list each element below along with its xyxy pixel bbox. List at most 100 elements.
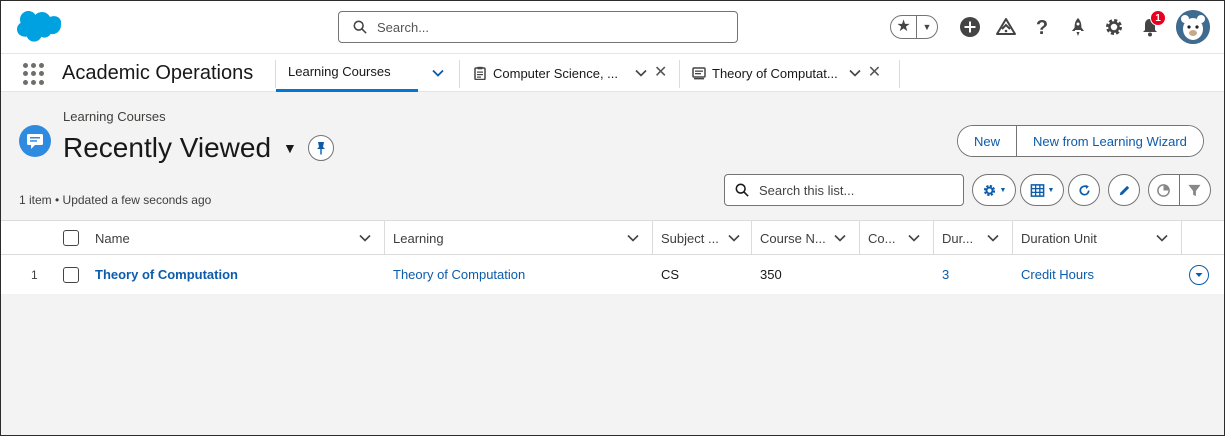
caret-down-icon: ▼ <box>1047 186 1055 194</box>
refresh-button[interactable] <box>1068 174 1100 206</box>
tab-label: Theory of Computat... <box>712 65 838 81</box>
chevron-down-icon[interactable] <box>727 231 741 245</box>
global-actions-button[interactable] <box>952 9 988 45</box>
caret-down-icon: ▼ <box>999 186 1007 194</box>
column-header-duration[interactable]: Dur... <box>934 221 1012 255</box>
avatar[interactable] <box>1176 10 1210 44</box>
table-icon <box>1030 183 1044 197</box>
cell-course-number: 350 <box>760 267 782 282</box>
tab-label: Computer Science, ... <box>493 65 618 81</box>
inline-edit-button[interactable] <box>1108 174 1140 206</box>
column-label: Duration Unit <box>1021 230 1097 246</box>
list-search-input[interactable] <box>759 182 959 198</box>
row-number: 1 <box>31 267 38 282</box>
chevron-down-icon[interactable] <box>358 231 372 245</box>
notifications-button[interactable]: 1 <box>1132 9 1168 45</box>
refresh-icon <box>1078 184 1090 195</box>
select-all-checkbox[interactable] <box>63 221 79 255</box>
column-divider[interactable] <box>1181 221 1182 255</box>
help-button[interactable]: ? <box>1024 9 1060 45</box>
favorites-star-icon[interactable]: ★ <box>891 16 917 38</box>
pin-icon <box>317 142 325 155</box>
row-select-checkbox[interactable] <box>63 255 79 294</box>
list-table: Name Learning Subject ... Course N... Co… <box>1 220 1224 294</box>
new-button[interactable]: New <box>958 126 1017 156</box>
table-row: 1 Theory of Computation Theory of Comput… <box>1 255 1224 294</box>
list-search[interactable] <box>724 174 964 206</box>
search-icon <box>353 20 367 34</box>
list-actions-group: New New from Learning Wizard <box>957 125 1204 157</box>
close-icon[interactable]: ✕ <box>654 65 667 81</box>
setup-rocket-icon <box>1072 18 1084 36</box>
new-from-learning-wizard-button[interactable]: New from Learning Wizard <box>1016 126 1203 156</box>
favorites-group: ★ ▼ <box>890 15 938 39</box>
column-label: Co... <box>868 230 896 246</box>
salesforce-logo[interactable] <box>17 11 61 43</box>
close-icon[interactable]: ✕ <box>868 65 881 81</box>
filter-button[interactable] <box>1180 175 1210 205</box>
pin-list-view-button[interactable] <box>308 135 334 161</box>
notification-count-badge: 1 <box>1150 10 1166 26</box>
list-status-text: 1 item • Updated a few seconds ago <box>19 193 212 207</box>
page-title: Recently Viewed <box>63 132 272 163</box>
cell-duration: 3 <box>942 267 950 282</box>
column-label: Course N... <box>760 230 826 246</box>
column-header-course-number[interactable]: Course N... <box>752 221 859 255</box>
breadcrumb: Learning Courses <box>63 109 166 124</box>
global-search-input[interactable] <box>377 19 717 35</box>
tab-theory-of-computation[interactable]: Theory of Computat... ✕ <box>692 54 897 92</box>
gear-icon <box>1106 19 1122 35</box>
chart-button[interactable] <box>1149 175 1180 205</box>
app-launcher-icon[interactable] <box>23 63 45 85</box>
column-header-co[interactable]: Co... <box>860 221 933 255</box>
chevron-down-icon[interactable] <box>986 231 1000 245</box>
column-header-learning[interactable]: Learning <box>385 221 652 255</box>
chevron-down-icon <box>432 69 444 77</box>
cell-duration-unit: Credit Hours <box>1021 267 1094 282</box>
chevron-down-icon[interactable] <box>1155 231 1169 245</box>
setup-assistant-button[interactable] <box>1060 9 1096 45</box>
display-as-button[interactable]: ▼ <box>1020 174 1064 206</box>
app-name: Academic Operations <box>62 62 254 84</box>
tab-divider <box>679 60 680 88</box>
add-icon <box>960 17 980 37</box>
column-label: Learning <box>393 230 444 246</box>
favorites-menu-chevron-icon[interactable]: ▼ <box>917 22 937 32</box>
pencil-icon <box>1119 185 1129 195</box>
column-header-duration-unit[interactable]: Duration Unit <box>1013 221 1181 255</box>
global-search[interactable] <box>338 11 738 43</box>
row-actions-button[interactable] <box>1189 255 1209 294</box>
search-icon <box>735 183 749 197</box>
column-header-name[interactable]: Name <box>87 221 384 255</box>
tab-divider <box>899 60 900 88</box>
tab-divider <box>459 60 460 88</box>
caret-down-icon: ▼ <box>283 140 297 156</box>
trailhead-icon <box>996 18 1016 35</box>
svg-text:?: ? <box>1036 17 1048 38</box>
tab-computer-science[interactable]: Computer Science, ... ✕ <box>473 54 673 92</box>
gear-icon <box>983 184 995 196</box>
column-header-subject[interactable]: Subject ... <box>653 221 751 255</box>
clipboard-icon <box>474 66 486 80</box>
list-view-selector[interactable]: Recently Viewed ▼ <box>63 132 297 164</box>
trailhead-button[interactable] <box>988 9 1024 45</box>
chevron-down-icon[interactable] <box>907 231 921 245</box>
chevron-down-icon <box>1195 272 1203 277</box>
chevron-down-icon[interactable] <box>848 66 862 80</box>
chevron-down-icon[interactable] <box>626 231 640 245</box>
tab-learning-courses-menu[interactable] <box>423 54 453 92</box>
tab-label: Learning Courses <box>288 64 391 79</box>
cell-learning-link[interactable]: Theory of Computation <box>393 255 525 294</box>
column-label: Dur... <box>942 230 974 246</box>
column-label: Subject ... <box>661 230 719 246</box>
list-view-controls-button[interactable]: ▼ <box>972 174 1016 206</box>
learning-course-object-icon <box>19 125 51 157</box>
column-label: Name <box>95 230 130 246</box>
chevron-down-icon[interactable] <box>833 231 847 245</box>
chart-filter-group <box>1148 174 1211 206</box>
tab-learning-courses[interactable]: Learning Courses <box>276 54 418 92</box>
chevron-down-icon[interactable] <box>634 66 648 80</box>
app-nav-bar: Academic Operations Learning Courses Com… <box>1 53 1224 92</box>
setup-button[interactable] <box>1096 9 1132 45</box>
cell-name-link[interactable]: Theory of Computation <box>95 255 238 294</box>
